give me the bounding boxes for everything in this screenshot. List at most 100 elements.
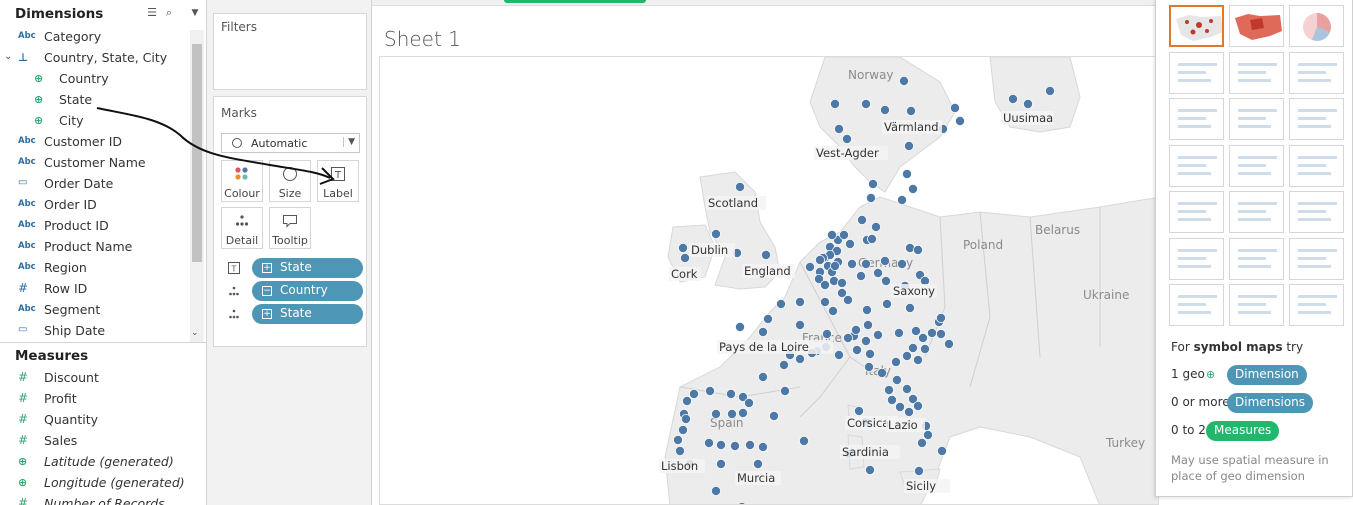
field-country[interactable]: ⊕ Country [0,69,190,90]
state-mark[interactable] [876,367,887,378]
list-view-icon[interactable]: ☰ [146,7,158,19]
state-mark[interactable] [860,258,871,269]
size-button[interactable]: Size [269,160,311,202]
packed-bubbles-thumbnail[interactable] [1289,284,1344,326]
state-mark[interactable] [879,255,890,266]
state-mark[interactable] [902,383,913,394]
state-mark[interactable] [677,424,688,435]
state-mark[interactable] [757,371,768,382]
state-mark[interactable] [844,238,855,249]
field-number-of-records[interactable]: # Number of Records [0,494,190,505]
field-quantity[interactable]: # Quantity [0,410,190,431]
mark-type-dropdown[interactable]: Automatic ▼ [221,133,360,153]
state-mark[interactable] [715,458,726,469]
state-mark[interactable] [866,233,877,244]
state-mark[interactable] [778,359,789,370]
state-mark[interactable] [902,169,913,180]
state-mark[interactable] [737,407,748,418]
treemap-thumbnail[interactable] [1169,98,1224,140]
map-view[interactable]: NorwayPolandBelarusUkraineGermanyFranceS… [379,56,1159,505]
state-mark[interactable] [955,116,966,127]
state-mark[interactable] [927,327,938,338]
state-mark[interactable] [1045,85,1056,96]
field-category[interactable]: Abc Category [0,27,190,48]
scroll-down-icon[interactable]: ⌄ [191,328,199,338]
state-mark[interactable] [846,258,857,269]
state-mark[interactable] [851,344,862,355]
state-mark[interactable] [905,302,916,313]
state-mark[interactable] [880,275,891,286]
state-mark[interactable] [734,321,745,332]
label-button[interactable]: T Label [317,160,359,202]
symbol-map-thumbnail[interactable] [1169,5,1224,47]
state-mark[interactable] [710,408,721,419]
state-mark[interactable] [908,184,919,195]
state-mark[interactable] [881,298,892,309]
state-mark[interactable] [779,385,790,396]
field-longitude-generated[interactable]: ⊕ Longitude (generated) [0,473,190,494]
box-plot-thumbnail[interactable] [1289,237,1344,280]
state-mark[interactable] [918,332,929,343]
state-mark[interactable] [897,258,908,269]
state-mark[interactable] [836,277,847,288]
state-mark[interactable] [819,279,830,290]
state-mark[interactable] [862,319,873,330]
state-mark[interactable] [860,99,871,110]
state-mark[interactable] [819,296,830,307]
state-mark[interactable] [744,439,755,450]
state-mark[interactable] [883,384,894,395]
state-mark[interactable] [853,405,864,416]
field-product-name[interactable]: Abc Product Name [0,237,190,258]
detail-button[interactable]: Detail [221,207,263,249]
state-mark[interactable] [855,270,866,281]
state-mark[interactable] [829,99,840,110]
field-customer-name[interactable]: Abc Customer Name [0,153,190,174]
expand-chevron-icon[interactable]: ⌄ [4,51,12,62]
europe-map[interactable]: NorwayPolandBelarusUkraineGermanyFranceS… [380,57,1159,505]
state-mark[interactable] [680,413,691,424]
expand-icon[interactable]: + [262,263,272,273]
field-discount[interactable]: # Discount [0,368,190,389]
state-mark[interactable] [734,182,745,193]
tooltip-button[interactable]: Tooltip [269,207,311,249]
state-mark[interactable] [804,261,815,272]
state-mark[interactable] [867,179,878,190]
state-mark[interactable] [936,312,947,323]
field-state[interactable]: ⊕ State [0,90,190,111]
state-mark[interactable] [861,304,872,315]
state-mark[interactable] [704,385,715,396]
state-mark[interactable] [1023,99,1034,110]
field-segment[interactable]: Abc Segment [0,300,190,321]
field-row-id[interactable]: # Row ID [0,279,190,300]
state-mark[interactable] [729,440,740,451]
state-mark[interactable] [726,408,737,419]
state-mark[interactable] [752,458,763,469]
state-mark[interactable] [864,464,875,475]
state-mark[interactable] [703,437,714,448]
state-mark[interactable] [864,348,875,359]
filters-shelf[interactable]: Filters [213,13,367,90]
search-icon[interactable]: ⌕ [163,7,175,19]
histogram-thumbnail[interactable] [1229,237,1284,280]
state-mark[interactable] [886,394,897,405]
state-mark[interactable] [895,401,906,412]
state-detail-pill[interactable]: + State [252,304,363,324]
horizontal-bars-thumbnail[interactable] [1169,51,1224,94]
state-mark[interactable] [865,192,876,203]
state-mark[interactable] [760,249,771,260]
state-mark[interactable] [833,124,844,135]
field-city[interactable]: ⊕ City [0,111,190,132]
state-mark[interactable] [829,260,840,271]
state-mark[interactable] [842,294,853,305]
state-mark[interactable] [710,228,721,239]
dual-lines-thumbnail[interactable] [1289,144,1344,187]
state-mark[interactable] [872,267,883,278]
state-mark[interactable] [814,254,825,265]
state-mark[interactable] [681,395,692,406]
side-by-side-circles-thumbnail[interactable] [1289,98,1344,140]
state-mark[interactable] [911,325,922,336]
state-mark[interactable] [833,349,844,360]
line-discrete-thumbnail[interactable] [1229,144,1284,187]
field-region[interactable]: Abc Region [0,258,190,279]
state-mark[interactable] [794,296,805,307]
